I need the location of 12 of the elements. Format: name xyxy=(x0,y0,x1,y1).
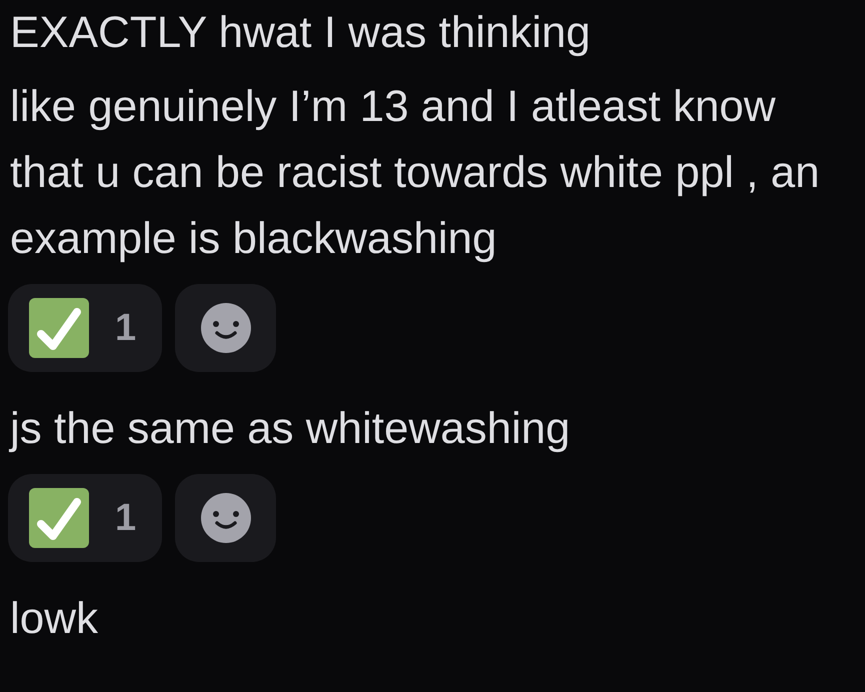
check-icon xyxy=(29,298,89,358)
reaction-button[interactable]: 1 xyxy=(8,474,162,562)
smiley-icon xyxy=(200,303,251,353)
message-text: like genuinely I’m 13 and I atleast know that u can be racist towards white ppl , an example is blackwashing xyxy=(10,81,821,265)
message-text: lowk xyxy=(10,593,100,645)
check-icon xyxy=(29,488,89,548)
add-reaction-button[interactable] xyxy=(175,284,276,372)
smiley-icon xyxy=(200,493,251,543)
message-text: EXACTLY hwat I was thinking xyxy=(10,7,592,59)
reaction-button[interactable]: 1 xyxy=(8,284,162,372)
message-text: js the same as whitewashing xyxy=(10,403,572,455)
add-reaction-button[interactable] xyxy=(175,474,276,562)
